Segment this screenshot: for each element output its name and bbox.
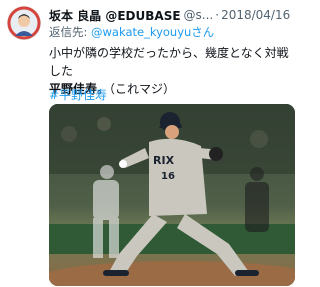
tweet-text-line1: 小中が隣の学校だったから、幾度となく対戦した [49,46,289,78]
author-avatar[interactable] [7,6,41,40]
tweet-header: 坂本 良晶 @EDUBASE @s... · 2018/04/16 [49,7,296,23]
reply-prefix: 返信先: [49,25,92,39]
tweet-photo[interactable]: RIX 16 [49,104,295,286]
tweet-date[interactable]: 2018/04/16 [221,8,290,22]
reply-mention-link[interactable]: @wakate_kyouyu [91,25,191,39]
separator-dot: · [215,8,220,22]
author-name[interactable]: 坂本 良晶 @EDUBASE [49,7,181,23]
reply-suffix: さん [191,25,215,39]
reply-to-line: 返信先: @wakate_kyouyuさん [49,24,214,40]
jersey-text: RIX [153,154,175,167]
tweet-card[interactable]: 坂本 良晶 @EDUBASE @s... · 2018/04/16 返信先: @… [0,0,300,287]
jersey-number: 16 [161,171,175,182]
author-handle[interactable]: @s... [184,8,214,22]
tweet-text-after: 。（これマジ） [97,82,176,96]
hashtag-link[interactable]: #平野佳寿 [49,86,107,103]
